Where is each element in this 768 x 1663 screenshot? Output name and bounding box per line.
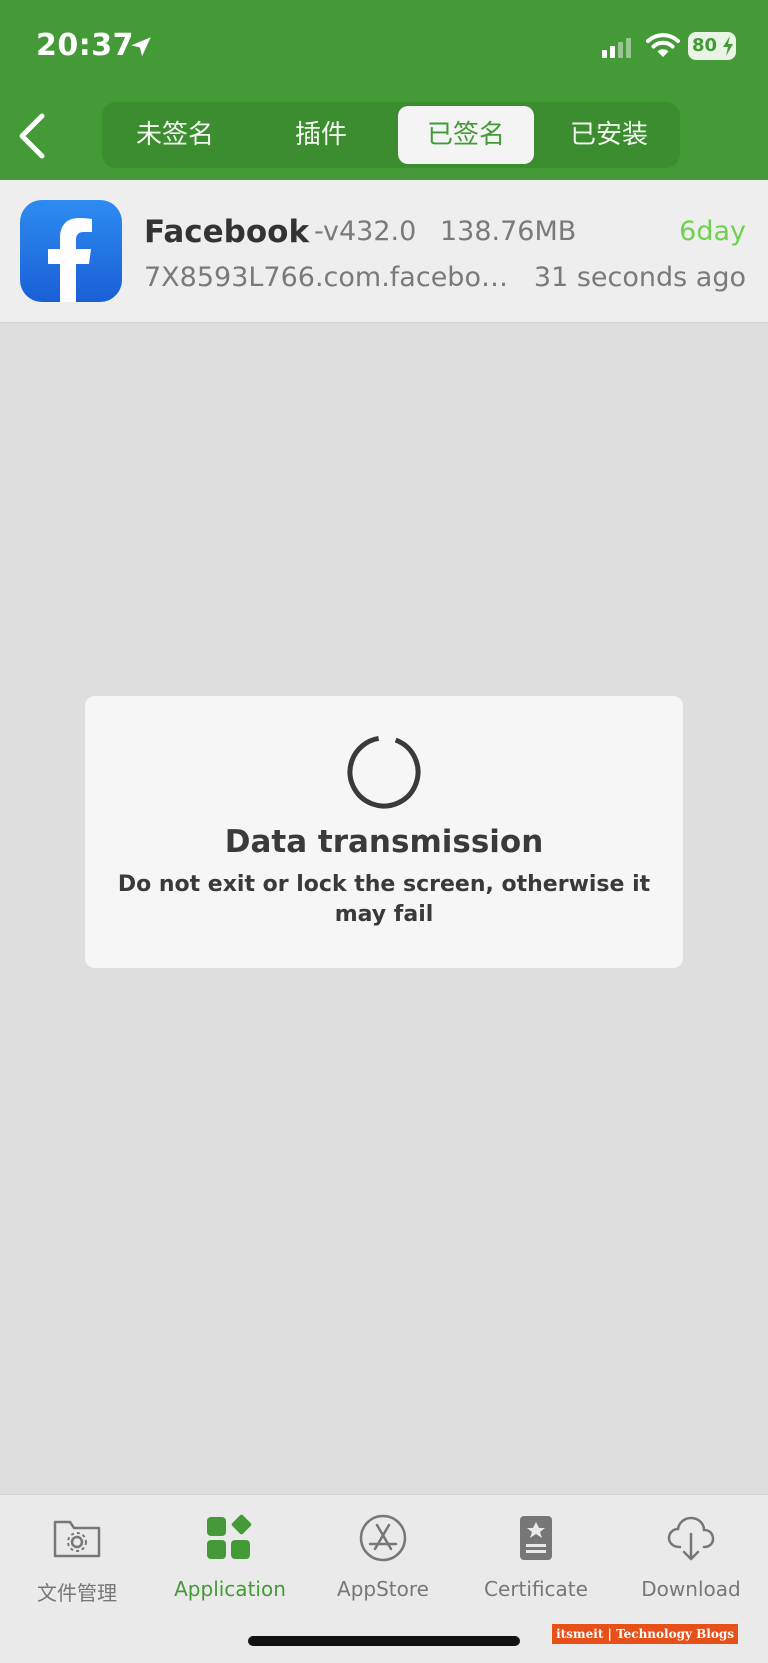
spinner-icon: [347, 735, 421, 809]
tab-certificate[interactable]: Certificate: [459, 1495, 613, 1615]
home-indicator[interactable]: [248, 1636, 520, 1646]
tab-file-manager[interactable]: 文件管理: [0, 1495, 154, 1615]
status-bar: 20:37 80: [0, 0, 768, 96]
tab-appstore[interactable]: AppStore: [306, 1495, 460, 1615]
dialog-title: Data transmission: [224, 824, 544, 860]
location-arrow-icon: [131, 37, 151, 57]
status-time: 20:37: [36, 28, 134, 63]
app-version: -v432.0: [314, 216, 417, 247]
app-name: Facebook: [144, 214, 310, 250]
tab-label: Certificate: [484, 1577, 588, 1601]
app-time-ago: 31 seconds ago: [533, 262, 746, 293]
tab-unsigned[interactable]: 未签名: [114, 106, 236, 164]
tab-application[interactable]: Application: [153, 1495, 307, 1615]
tab-signed[interactable]: 已签名: [398, 106, 534, 164]
dialog-message: Do not exit or lock the screen, otherwis…: [117, 872, 651, 927]
battery-level: 80: [692, 35, 718, 56]
tab-plugins[interactable]: 插件: [260, 106, 382, 164]
tab-download[interactable]: Download: [614, 1495, 768, 1615]
app-bundle-id: 7X8593L766.com.faceboo...: [144, 262, 520, 293]
tab-label: Download: [641, 1577, 741, 1601]
battery-charging-icon: [723, 36, 733, 56]
watermark: itsmeit | Technology Blogs: [552, 1624, 738, 1644]
tab-label: AppStore: [337, 1577, 429, 1601]
wifi-icon: [646, 33, 680, 57]
battery-indicator: 80: [688, 32, 736, 60]
appstore-icon: [359, 1514, 407, 1562]
loading-dialog: Data transmission Do not exit or lock th…: [85, 696, 683, 968]
tab-installed[interactable]: 已安装: [548, 106, 670, 164]
list-item[interactable]: Facebook -v432.0 138.76MB 6day 7X8593L76…: [0, 180, 768, 323]
app-validity-days: 6day: [679, 216, 746, 247]
tab-label: 文件管理: [37, 1581, 117, 1605]
app-size: 138.76MB: [440, 216, 577, 247]
cellular-signal-icon: [602, 38, 631, 58]
folder-gear-icon: [53, 1520, 101, 1558]
grid-apps-icon: [207, 1514, 252, 1559]
tab-label: Application: [174, 1577, 286, 1601]
cloud-download-icon: [667, 1516, 715, 1561]
segmented-tabs: 未签名 插件 已签名 已安装: [102, 102, 680, 168]
facebook-icon: [20, 200, 122, 302]
header: 20:37 80 未签名 插件 已签名 已安装: [0, 0, 768, 180]
chevron-left-icon[interactable]: [12, 110, 52, 162]
certificate-icon: [520, 1516, 552, 1560]
